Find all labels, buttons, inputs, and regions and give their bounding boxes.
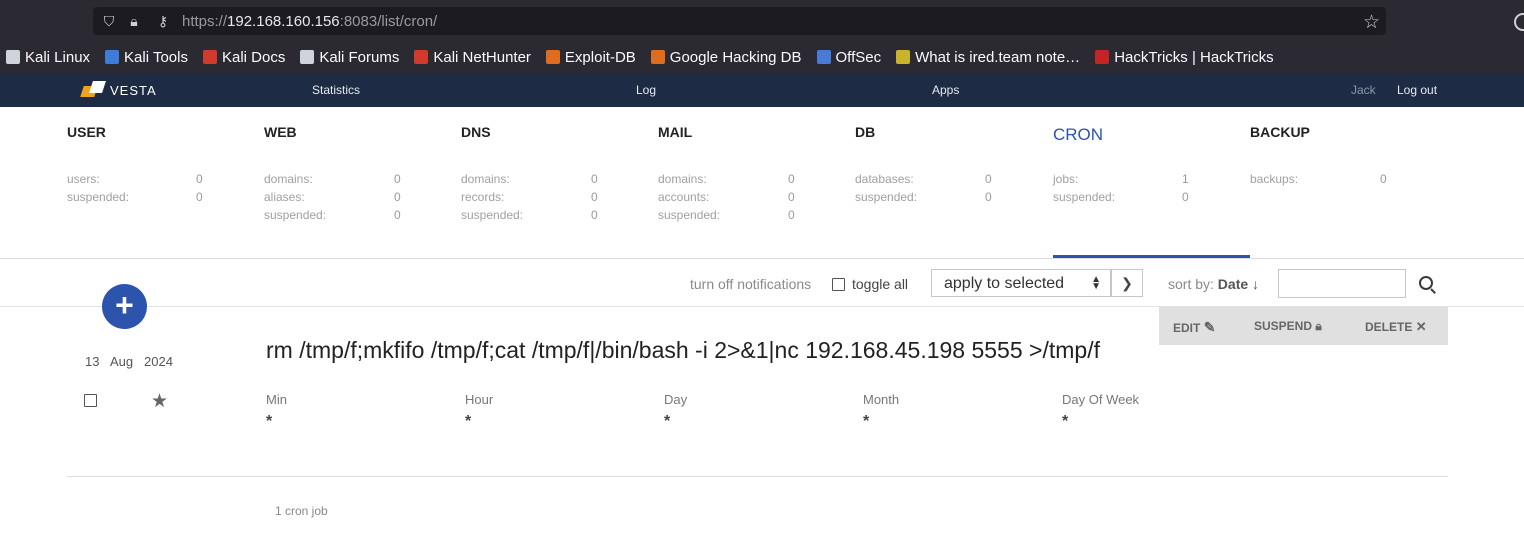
tab-stat: domains: 0 xyxy=(658,172,795,186)
apply-button[interactable]: ❯ xyxy=(1111,269,1143,297)
tab-stat: suspended: 0 xyxy=(855,190,992,204)
schedule-field: Hour * xyxy=(465,392,494,430)
nav-apps[interactable]: Apps xyxy=(932,83,959,97)
bookmark-item[interactable]: What is ired.team note… xyxy=(896,49,1080,66)
shield-icon[interactable]: ⛉ xyxy=(101,13,117,29)
bookmark-item[interactable]: OffSec xyxy=(816,49,881,66)
favicon-icon xyxy=(6,50,20,64)
close-icon: ✕ xyxy=(1415,319,1427,334)
schedule-field: Month * xyxy=(863,392,900,430)
bookmarks-bar: Kali Linux Kali Tools Kali Docs Kali Forums… xyxy=(0,46,1283,68)
job-count: 1 cron job xyxy=(275,504,328,518)
tab-stat: records: 0 xyxy=(461,190,598,204)
job-date-day: 13 xyxy=(85,354,100,369)
tab-title[interactable]: CRON xyxy=(1053,125,1103,145)
tab-title[interactable]: MAIL xyxy=(658,124,692,140)
edit-button[interactable]: EDIT ✎ xyxy=(1173,319,1215,336)
tab-title[interactable]: DB xyxy=(855,124,875,140)
user-name[interactable]: Jack xyxy=(1351,83,1376,97)
url-text[interactable]: https://192.168.160.156:8083/list/cron/ xyxy=(182,13,437,30)
tab-stat: suspended: 0 xyxy=(264,208,401,222)
key-icon[interactable]: ⚷ xyxy=(155,13,171,29)
tab-stat: domains: 0 xyxy=(461,172,598,186)
favicon-icon xyxy=(816,50,831,64)
tab-title[interactable]: WEB xyxy=(264,124,297,140)
favicon-icon xyxy=(1095,50,1110,64)
schedule-field: Min * xyxy=(266,392,287,430)
suspend-button[interactable]: SUSPEND 🔒︎ xyxy=(1254,319,1322,334)
lock-icon: 🔒︎ xyxy=(1315,319,1322,333)
bulk-action-select[interactable]: apply to selected ▲ ▼ xyxy=(931,269,1111,297)
favicon-icon xyxy=(650,50,665,64)
chevron-right-icon: ❯ xyxy=(1121,275,1133,291)
extension-icon[interactable] xyxy=(1514,13,1524,31)
schedule-field: Day * xyxy=(664,392,688,430)
tab-stat: suspended: 0 xyxy=(461,208,598,222)
job-date-year: 2024 xyxy=(144,354,173,369)
favicon-icon xyxy=(896,50,911,64)
tab-stat: suspended: 0 xyxy=(67,190,203,204)
logout-link[interactable]: Log out xyxy=(1397,83,1437,97)
schedule-field: Day Of Week * xyxy=(1062,392,1140,430)
tab-stat: databases: 0 xyxy=(855,172,992,186)
bookmark-item[interactable]: Kali Forums xyxy=(300,49,399,66)
favicon-icon xyxy=(105,50,120,64)
vesta-logo[interactable]: VESTA xyxy=(80,81,157,99)
top-navigation: VESTA Statistics Log Apps Jack Log out xyxy=(0,73,1524,107)
divider xyxy=(67,476,1448,477)
tab-stat: domains: 0 xyxy=(264,172,401,186)
tab-title[interactable]: DNS xyxy=(461,124,491,140)
favicon-icon xyxy=(545,50,560,64)
tab-stat: jobs: 1 xyxy=(1053,172,1189,186)
delete-button[interactable]: DELETE ✕ xyxy=(1365,319,1427,335)
tab-stat: accounts: 0 xyxy=(658,190,795,204)
job-command[interactable]: rm /tmp/f;mkfifo /tmp/f;cat /tmp/f|/bin/… xyxy=(266,337,1174,364)
tab-stat: aliases: 0 xyxy=(264,190,401,204)
toggle-all-checkbox[interactable] xyxy=(832,278,845,291)
search-icon[interactable] xyxy=(1419,276,1433,290)
add-cron-job-button[interactable]: + xyxy=(102,284,147,329)
tab-title[interactable]: BACKUP xyxy=(1250,124,1310,140)
tab-stat: suspended: 0 xyxy=(658,208,795,222)
pencil-icon: ✎ xyxy=(1203,319,1216,335)
divider xyxy=(0,258,1524,259)
favicon-icon xyxy=(202,50,217,64)
star-icon[interactable]: ★ xyxy=(151,390,168,413)
tab-stat: backups: 0 xyxy=(1250,172,1387,186)
select-arrows-icon: ▲ ▼ xyxy=(1091,274,1101,292)
vesta-logo-icon xyxy=(80,81,106,99)
bookmark-item[interactable]: Exploit-DB xyxy=(545,49,636,66)
tab-stat: users: 0 xyxy=(67,172,203,186)
job-checkbox[interactable] xyxy=(84,394,97,407)
bookmark-item[interactable]: HackTricks | HackTricks xyxy=(1095,49,1274,66)
tab-title[interactable]: USER xyxy=(67,124,106,140)
lock-icon[interactable]: 🔒︎ xyxy=(126,13,142,29)
favicon-icon xyxy=(300,50,315,64)
bookmark-star-icon[interactable]: ☆ xyxy=(1363,11,1380,34)
sort-by[interactable]: sort by: Date ↓ xyxy=(1168,276,1259,292)
bookmark-item[interactable]: Kali Linux xyxy=(6,49,90,66)
favicon-icon xyxy=(414,50,429,64)
bookmark-item[interactable]: Google Hacking DB xyxy=(650,49,802,66)
search-input[interactable] xyxy=(1278,269,1406,298)
browser-chrome: ⛉ 🔒︎ ⚷ https://192.168.160.156:8083/list… xyxy=(0,0,1524,73)
job-actions-bar: EDIT ✎ SUSPEND 🔒︎ DELETE ✕ xyxy=(1159,307,1448,345)
nav-log[interactable]: Log xyxy=(636,83,656,97)
nav-statistics[interactable]: Statistics xyxy=(312,83,360,97)
bookmark-item[interactable]: Kali NetHunter xyxy=(414,49,531,66)
address-bar[interactable]: ⛉ 🔒︎ ⚷ https://192.168.160.156:8083/list… xyxy=(93,7,1386,35)
toggle-all-label[interactable]: toggle all xyxy=(852,276,908,292)
bookmark-item[interactable]: Kali Tools xyxy=(105,49,188,66)
bookmark-item[interactable]: Kali Docs xyxy=(202,49,285,66)
job-date-month: Aug xyxy=(110,354,134,369)
tab-stat: suspended: 0 xyxy=(1053,190,1189,204)
turn-off-notifications-link[interactable]: turn off notifications xyxy=(690,276,811,292)
